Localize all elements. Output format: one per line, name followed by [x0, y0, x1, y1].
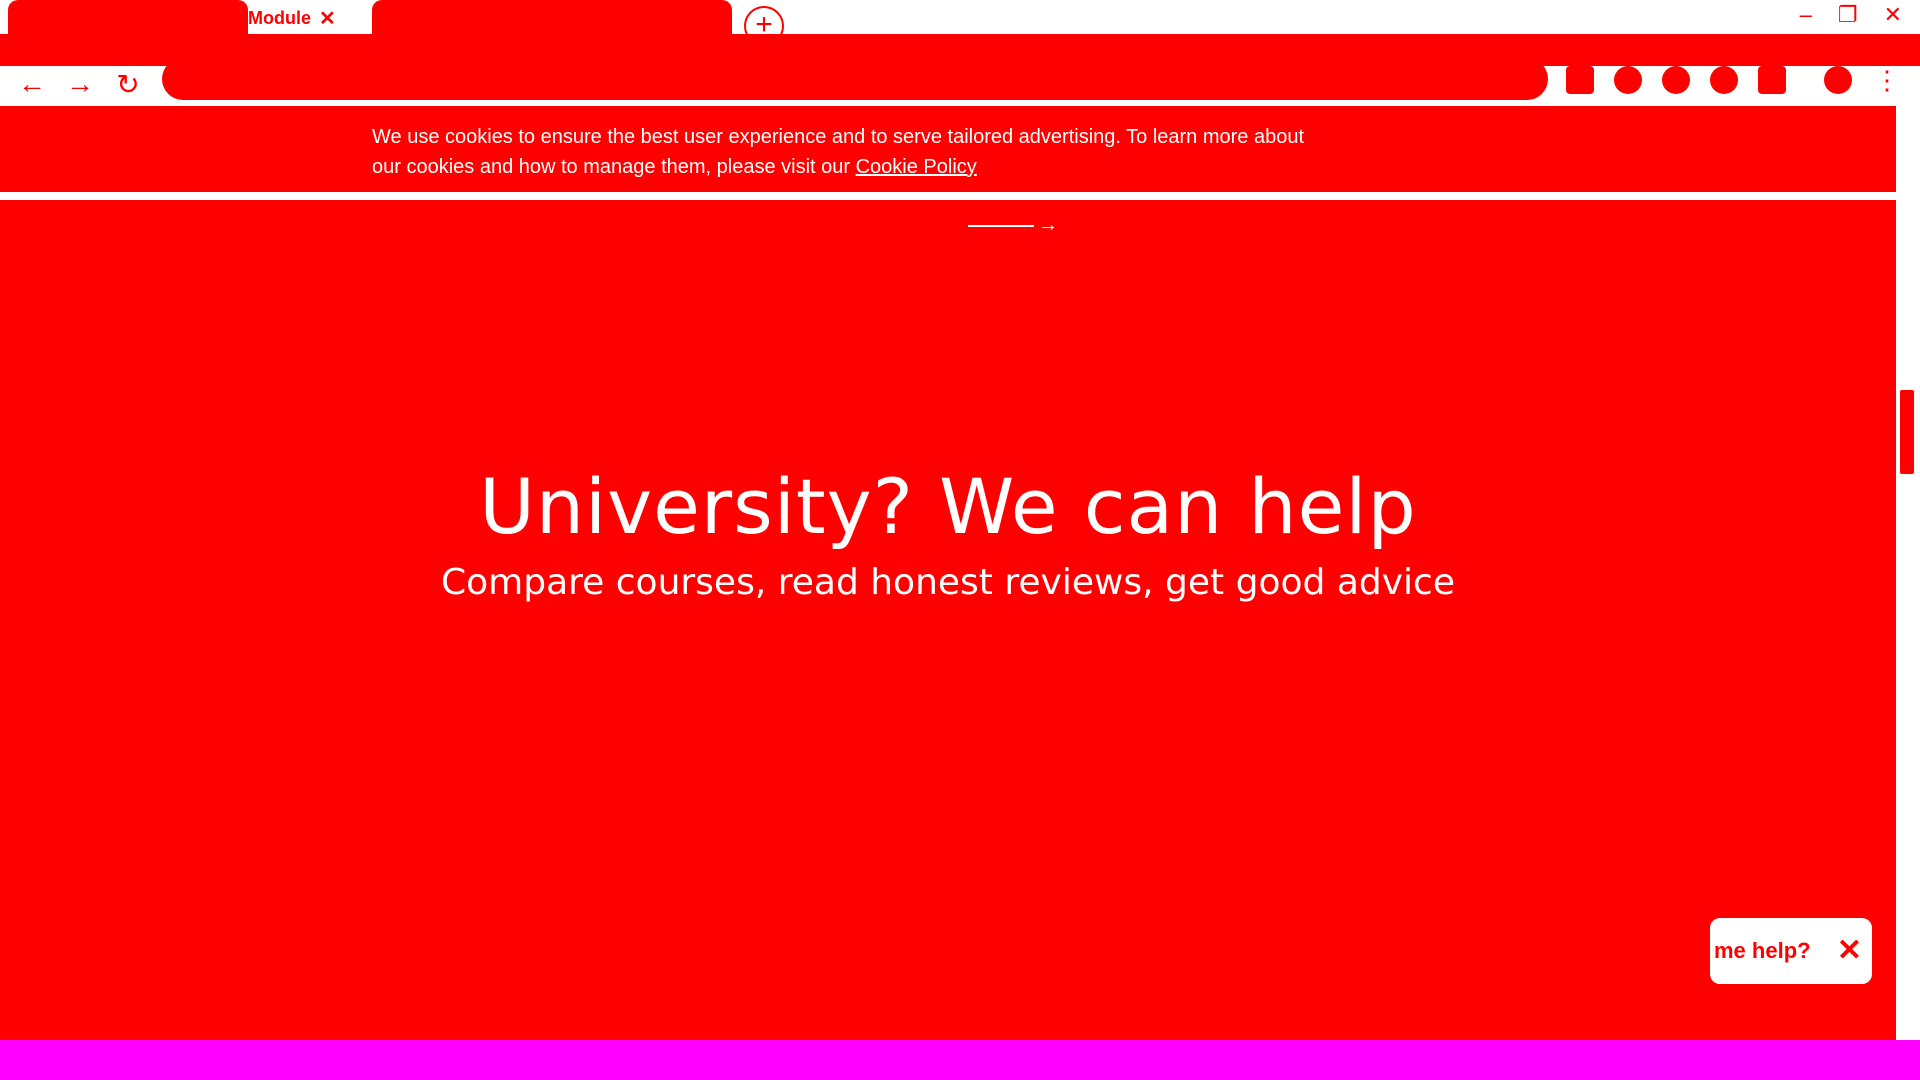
arrow-right-icon: → [1038, 214, 1058, 236]
back-button[interactable]: ← [12, 64, 52, 104]
tab-background[interactable] [8, 0, 248, 34]
maximize-icon[interactable]: ❐ [1838, 2, 1858, 28]
close-icon[interactable]: ✕ [1837, 936, 1862, 966]
extension-icon[interactable] [1710, 66, 1738, 94]
hero-arrow-link[interactable]: → [968, 214, 1058, 237]
divider [0, 192, 1896, 200]
help-widget[interactable]: me help? ✕ [1710, 918, 1872, 984]
forward-button[interactable]: → [60, 64, 100, 104]
cookie-text: We use cookies to ensure the best user e… [372, 126, 1305, 178]
extension-icon[interactable] [1662, 66, 1690, 94]
taskbar [0, 1040, 1920, 1080]
scrollbar[interactable] [1896, 106, 1920, 1040]
extension-icon[interactable] [1566, 66, 1594, 94]
profile-avatar[interactable] [1824, 66, 1852, 94]
hero-title: University? We can help [479, 462, 1417, 551]
address-bar[interactable] [162, 58, 1548, 100]
scrollbar-thumb[interactable] [1900, 390, 1914, 474]
hero-section: → University? We can help Compare course… [0, 200, 1896, 1040]
extension-icon[interactable] [1758, 66, 1786, 94]
browser-toolbar: ← → ↻ ⋮ [0, 34, 1920, 106]
tab-strip: Module ✕ + – ❐ ✕ [0, 0, 1920, 46]
close-window-icon[interactable]: ✕ [1884, 2, 1902, 28]
tab-active[interactable]: Module ✕ [248, 6, 336, 30]
cookie-policy-link[interactable]: Cookie Policy [856, 156, 977, 178]
reload-button[interactable]: ↻ [108, 64, 148, 104]
help-label[interactable]: me help? [1714, 938, 1811, 964]
tab-inactive[interactable] [372, 0, 732, 38]
minimize-icon[interactable]: – [1800, 2, 1812, 28]
extension-icon[interactable] [1614, 66, 1642, 94]
window-controls: – ❐ ✕ [1800, 2, 1902, 28]
cookie-banner: We use cookies to ensure the best user e… [0, 106, 1896, 192]
cookie-message: We use cookies to ensure the best user e… [372, 122, 1332, 182]
arrow-line [968, 224, 1034, 227]
browser-menu-icon[interactable]: ⋮ [1874, 62, 1900, 98]
hero-subtitle: Compare courses, read honest reviews, ge… [441, 562, 1455, 603]
tab-close-icon[interactable]: ✕ [319, 6, 336, 31]
tab-title: Module [248, 7, 311, 28]
